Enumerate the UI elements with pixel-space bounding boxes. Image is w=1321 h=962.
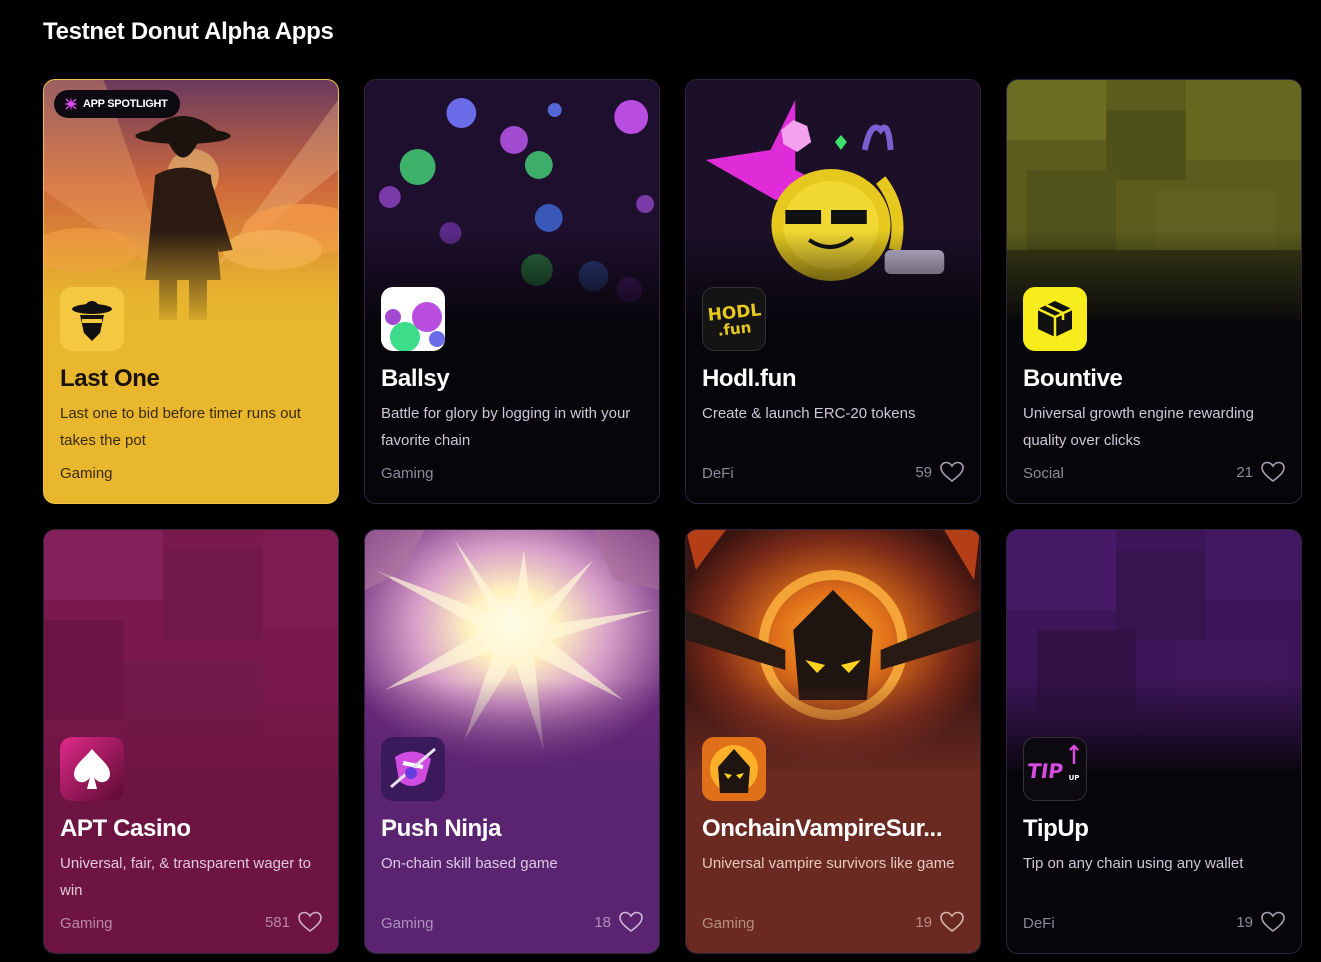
app-card-push-ninja[interactable]: Push Ninja On-chain skill based game Gam…: [364, 529, 660, 954]
app-name: Hodl.fun: [702, 365, 797, 392]
app-category: DeFi: [1023, 915, 1055, 932]
like-count: 19: [1236, 913, 1253, 931]
app-category: Gaming: [60, 465, 113, 482]
logo-text: TIP: [1026, 759, 1065, 783]
like-count: 18: [594, 913, 611, 931]
app-description: Universal, fair, & transparent wager to …: [60, 855, 311, 899]
like-count: 21: [1236, 463, 1253, 481]
app-description: Universal vampire survivors like game: [702, 855, 955, 872]
heart-icon: [1261, 911, 1285, 933]
app-card-apt-casino[interactable]: APT Casino Universal, fair, & transparen…: [43, 529, 339, 954]
badge-label: APP SPOTLIGHT: [83, 98, 168, 110]
heart-icon: [1261, 461, 1285, 483]
like-count: 59: [915, 463, 932, 481]
app-description: Battle for glory by logging in with your…: [381, 405, 631, 449]
app-card-tipup[interactable]: TIP UP TipUp Tip on any chain using any …: [1006, 529, 1302, 954]
box-icon: [1023, 287, 1087, 351]
app-card-onchain-vampire[interactable]: OnchainVampireSur... Universal vampire s…: [685, 529, 981, 954]
app-name: Push Ninja: [381, 815, 502, 842]
app-name: TipUp: [1023, 815, 1089, 842]
app-category: Gaming: [381, 915, 434, 932]
app-category: DeFi: [702, 465, 734, 482]
tipup-logo-icon: TIP UP: [1023, 737, 1087, 801]
app-category: Social: [1023, 465, 1064, 482]
heart-icon: [940, 461, 964, 483]
like-button[interactable]: 21: [1236, 461, 1285, 483]
hodl-fun-logo-icon: HODL .fun: [702, 287, 766, 351]
like-button[interactable]: 19: [1236, 911, 1285, 933]
like-button[interactable]: 18: [594, 911, 643, 933]
app-name: APT Casino: [60, 815, 191, 842]
app-description: Last one to bid before timer runs out ta…: [60, 405, 301, 449]
cowboy-icon: [60, 287, 124, 351]
app-card-ballsy[interactable]: Ballsy Battle for glory by logging in wi…: [364, 79, 660, 504]
app-name: OnchainVampireSur...: [702, 815, 943, 842]
app-description: Tip on any chain using any wallet: [1023, 855, 1244, 872]
app-card-hodl-fun[interactable]: HODL .fun Hodl.fun Create & launch ERC-2…: [685, 79, 981, 504]
app-card-last-one[interactable]: APP SPOTLIGHT Last One Last one to bid b…: [43, 79, 339, 504]
heart-icon: [619, 911, 643, 933]
heart-icon: [298, 911, 322, 933]
app-category: Gaming: [60, 915, 113, 932]
app-name: Last One: [60, 365, 160, 392]
vampire-icon: [702, 737, 766, 801]
app-description: On-chain skill based game: [381, 855, 558, 872]
logo-text: UP: [1069, 774, 1080, 782]
logo-text: .fun: [717, 318, 752, 339]
app-category: Gaming: [702, 915, 755, 932]
heart-icon: [940, 911, 964, 933]
like-button[interactable]: 59: [915, 461, 964, 483]
app-description: Create & launch ERC-20 tokens: [702, 405, 916, 422]
app-category: Gaming: [381, 465, 434, 482]
like-count: 581: [264, 913, 290, 931]
sparkle-icon: [64, 97, 78, 111]
spade-icon: [60, 737, 124, 801]
like-count: 19: [915, 913, 932, 931]
bubbles-icon: [381, 287, 445, 351]
app-card-bountive[interactable]: Bountive Universal growth engine rewardi…: [1006, 79, 1302, 504]
app-name: Ballsy: [381, 365, 450, 392]
app-description: Universal growth engine rewarding qualit…: [1023, 405, 1254, 449]
page-title: Testnet Donut Alpha Apps: [43, 18, 334, 45]
ninja-icon: [381, 737, 445, 801]
app-name: Bountive: [1023, 365, 1123, 392]
like-button[interactable]: 19: [915, 911, 964, 933]
app-spotlight-badge: APP SPOTLIGHT: [54, 90, 180, 118]
like-button[interactable]: 581: [265, 911, 322, 933]
